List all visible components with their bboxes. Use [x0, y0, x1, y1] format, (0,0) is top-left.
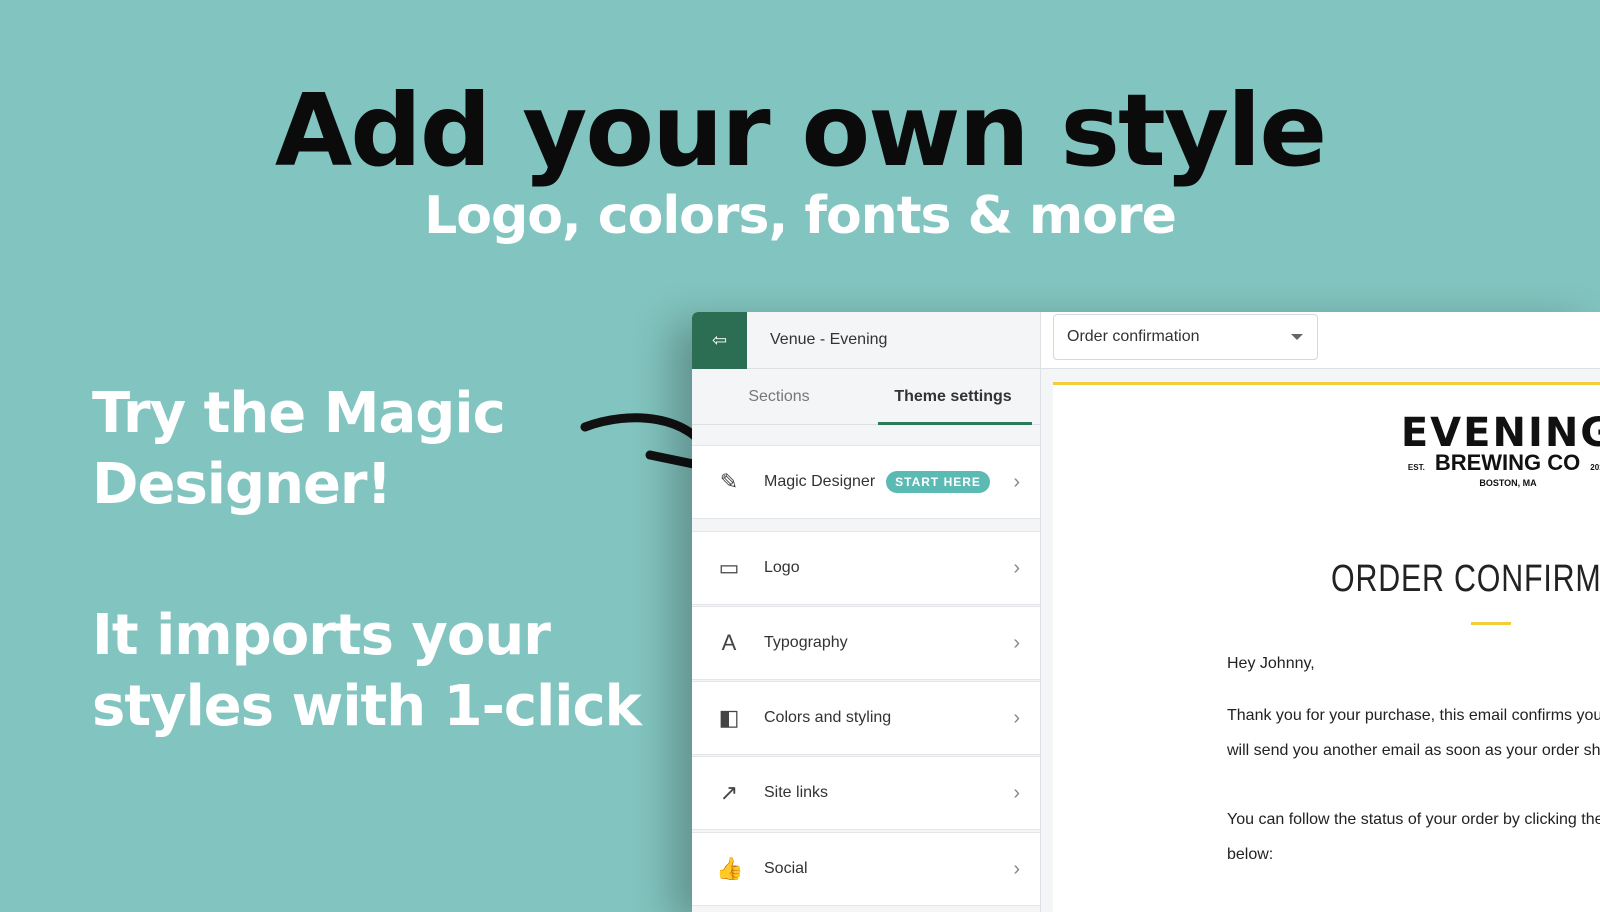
magic-wand-icon: ✎	[719, 469, 739, 494]
logo-year: 2013	[1590, 463, 1600, 472]
item-label: Social	[764, 860, 808, 877]
exit-button[interactable]: ⇦	[692, 312, 747, 369]
chevron-right-icon: ›	[1013, 781, 1020, 804]
side-text-2: It imports your styles with 1-click	[92, 603, 642, 739]
body-line: You can follow the status of your order …	[1227, 811, 1600, 828]
chevron-right-icon: ›	[1013, 470, 1020, 493]
side-text-1: Try the Magic Designer!	[92, 381, 506, 517]
item-site-links[interactable]: ↗ Site links ›	[692, 756, 1040, 830]
item-logo[interactable]: ▭ Logo ›	[692, 531, 1040, 605]
item-label: Typography	[764, 634, 848, 651]
subheadline: Logo, colors, fonts & more	[424, 186, 1177, 246]
logo-layout-icon: ▭	[718, 555, 740, 580]
headline: Add your own style	[274, 72, 1327, 189]
sidebar: ⇦ Venue - Evening Sections Theme setting…	[692, 312, 1041, 912]
chevron-right-icon: ›	[1013, 706, 1020, 729]
email-preview: EVENING EST.BREWING CO2013 BOSTON, MA OR…	[1053, 382, 1600, 912]
start-here-badge: START HERE	[886, 471, 990, 493]
item-label: Magic Designer	[764, 473, 876, 490]
brand-logo: EVENING EST.BREWING CO2013 BOSTON, MA	[1378, 410, 1600, 488]
tab-sections[interactable]: Sections	[692, 369, 866, 424]
title-underline	[1471, 622, 1511, 625]
theme-name: Venue - Evening	[770, 331, 888, 348]
chevron-right-icon: ›	[1013, 556, 1020, 579]
preview-pane: Order confirmation 🖥 ▯ EVENING EST.BREWI…	[1041, 312, 1600, 912]
chevron-down-icon	[1291, 334, 1303, 340]
logo-sub: BREWING CO	[1434, 450, 1581, 475]
item-social[interactable]: 👍 Social ›	[692, 832, 1040, 906]
item-label: Logo	[764, 559, 800, 576]
palette-icon: ◧	[718, 705, 740, 730]
body-line: Thank you for your purchase, this email …	[1227, 707, 1600, 724]
exit-icon: ⇦	[711, 329, 728, 350]
logo-est: EST.	[1407, 463, 1425, 472]
chevron-right-icon: ›	[1013, 631, 1020, 654]
body-line: will send you another email as soon as y…	[1227, 742, 1600, 759]
logo-city: BOSTON, MA	[1479, 478, 1537, 488]
template-select[interactable]: Order confirmation	[1053, 314, 1318, 360]
tab-theme-settings[interactable]: Theme settings	[866, 369, 1040, 425]
external-link-icon: ↗	[719, 780, 739, 805]
item-colors[interactable]: ◧ Colors and styling ›	[692, 681, 1040, 755]
email-title: ORDER CONFIRMATION	[1331, 558, 1600, 600]
chevron-right-icon: ›	[1013, 857, 1020, 880]
item-label: Site links	[764, 784, 829, 801]
item-label: Colors and styling	[764, 709, 892, 726]
body-line: below:	[1227, 846, 1274, 863]
thumbs-up-icon: 👍	[716, 856, 744, 881]
item-magic-designer[interactable]: ✎ Magic Designer START HERE ›	[692, 445, 1040, 519]
item-typography[interactable]: A Typography ›	[692, 606, 1040, 680]
greeting: Hey Johnny,	[1227, 655, 1315, 672]
editor-window: ⇦ Venue - Evening Sections Theme setting…	[692, 312, 1600, 912]
typography-icon: A	[721, 630, 737, 655]
template-select-value: Order confirmation	[1067, 328, 1200, 345]
